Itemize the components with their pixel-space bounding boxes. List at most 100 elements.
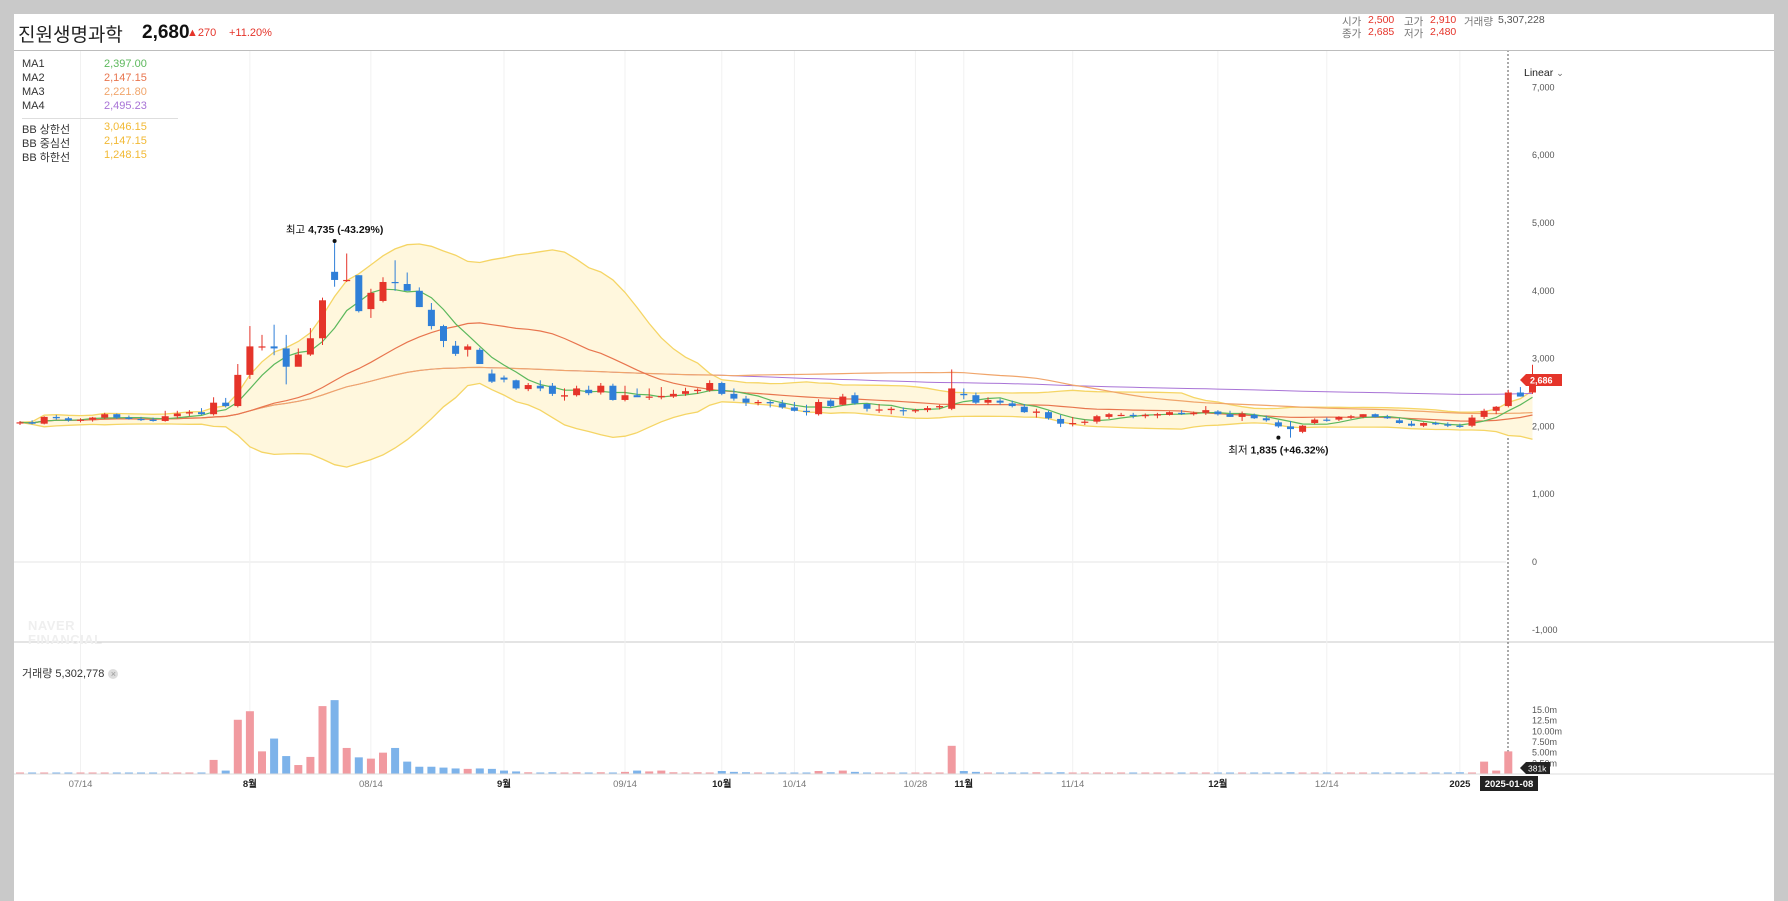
close-label: 종가	[1342, 28, 1362, 40]
candle-body	[64, 418, 72, 421]
annotation-label: 최저 1,835 (+46.32%)	[1228, 445, 1328, 457]
candle-body	[282, 348, 290, 367]
candle-body	[1202, 410, 1210, 413]
candle-body	[1408, 423, 1415, 426]
candle-body	[1456, 425, 1464, 427]
candle-body	[246, 346, 254, 375]
legend-ma1-value: 2,397.00	[104, 58, 147, 70]
watermark-line1: NAVER	[28, 618, 76, 633]
candle-body	[887, 408, 895, 411]
price-chart[interactable]: -1,000 0 1,000 2,000 3,000 4,000 5,000 6,000 7,0…	[14, 14, 1774, 901]
candle-body	[984, 399, 992, 403]
candle-body	[113, 414, 121, 418]
volume-bar	[282, 756, 291, 774]
current-price-text: 2,686	[1530, 375, 1553, 385]
volume-bar	[294, 765, 303, 774]
candle-body	[1226, 414, 1234, 417]
legend-ma2-name: MA2	[22, 72, 45, 84]
candle-body	[1383, 416, 1391, 419]
volume-bar	[391, 747, 400, 774]
candle-body	[270, 346, 278, 349]
volume-summary-value: 5,307,228	[1498, 14, 1545, 26]
candle-body	[488, 373, 496, 382]
candle-body	[234, 374, 242, 407]
legend-ma1[interactable]: MA1 2,397.00	[22, 58, 147, 72]
annotation-value: 4,735 (-43.29%)	[308, 224, 383, 236]
candle-body	[52, 416, 60, 419]
x-tick-label: 10월	[712, 778, 731, 790]
legend-bb-middle[interactable]: BB 중심선 2,147.15	[22, 135, 147, 150]
volume-bar	[427, 766, 436, 774]
volume-bar	[342, 747, 351, 774]
x-tick-label: 11월	[954, 778, 973, 790]
volume-bar	[403, 761, 412, 774]
volume-bar	[838, 770, 847, 774]
x-tick-label: 07/14	[69, 779, 93, 790]
price-tick-label: 7,000	[1532, 82, 1555, 92]
candle-body	[936, 406, 944, 408]
legend-bb-lower[interactable]: BB 하한선 1,248.15	[22, 149, 147, 164]
legend-ma3-value: 2,221.80	[104, 86, 147, 98]
candle-body	[1166, 412, 1173, 415]
candle-body	[137, 418, 145, 421]
volume-bar	[475, 768, 484, 774]
x-tick-label: 10/14	[783, 779, 807, 790]
candle-body	[1516, 392, 1524, 397]
candle-body	[851, 395, 859, 404]
volume-bar	[1504, 751, 1513, 774]
candle-body	[355, 275, 363, 312]
candle-body	[585, 389, 593, 394]
scale-toggle-button[interactable]: Linear ⌄	[1524, 67, 1572, 79]
candle-body	[875, 409, 883, 411]
volume-tick-label: 15.0m	[1532, 705, 1557, 715]
volume-bar	[1480, 761, 1489, 774]
volume-bar	[233, 719, 242, 774]
volume-tick-label: 5.00m	[1532, 748, 1557, 758]
candle-body	[1069, 423, 1077, 425]
candle-body	[1020, 406, 1028, 413]
x-tick-label: 10/28	[904, 779, 928, 790]
candle-body	[77, 419, 84, 421]
candle-body	[718, 383, 726, 394]
legend-bb-upper[interactable]: BB 상한선 3,046.15	[22, 121, 147, 136]
candle-body	[512, 380, 520, 389]
candle-body	[815, 401, 823, 415]
candle-body	[1274, 422, 1282, 427]
watermark-line2: FINANCIAL	[28, 632, 103, 647]
candle-body	[391, 281, 399, 284]
volume-bar	[366, 758, 375, 774]
candle-body	[742, 398, 750, 403]
candle-body	[1287, 426, 1294, 430]
volume-bar	[318, 706, 327, 774]
legend-bb-middle-value: 2,147.15	[104, 135, 147, 147]
volume-bar	[270, 738, 279, 774]
volume-bar	[245, 711, 254, 774]
stock-name: 진원생명과학	[18, 25, 123, 46]
x-tick-label: 8월	[243, 778, 257, 790]
candle-body	[149, 419, 157, 421]
candle-body	[1262, 418, 1270, 421]
price-tick-label: 2,000	[1532, 421, 1555, 431]
legend-ma2[interactable]: MA2 2,147.15	[22, 72, 147, 86]
candle-body	[548, 385, 556, 394]
candle-body	[210, 402, 218, 415]
legend-ma4-value: 2,495.23	[104, 100, 147, 112]
candle-body	[1153, 414, 1161, 416]
legend-ma4[interactable]: MA4 2,495.23	[22, 100, 147, 114]
candle-body	[924, 408, 931, 411]
candle-body	[730, 393, 738, 399]
candle-body	[778, 403, 786, 408]
close-icon[interactable]: ×	[108, 669, 119, 680]
candle-body	[1504, 392, 1512, 407]
open-value: 2,500	[1368, 14, 1395, 26]
chart-frame: -1,000 0 1,000 2,000 3,000 4,000 5,000 6,000 7,0…	[14, 14, 1774, 901]
candle-body	[827, 400, 835, 407]
candle-body	[319, 300, 326, 339]
close-value: 2,685	[1368, 26, 1395, 38]
volume-panel-title: 거래량 5,302,778	[22, 668, 105, 680]
volume-bar	[633, 770, 642, 774]
legend-ma3[interactable]: MA3 2,221.80	[22, 86, 147, 100]
candle-body	[1359, 414, 1367, 417]
candle-body	[367, 292, 375, 310]
candle-body	[185, 412, 193, 414]
